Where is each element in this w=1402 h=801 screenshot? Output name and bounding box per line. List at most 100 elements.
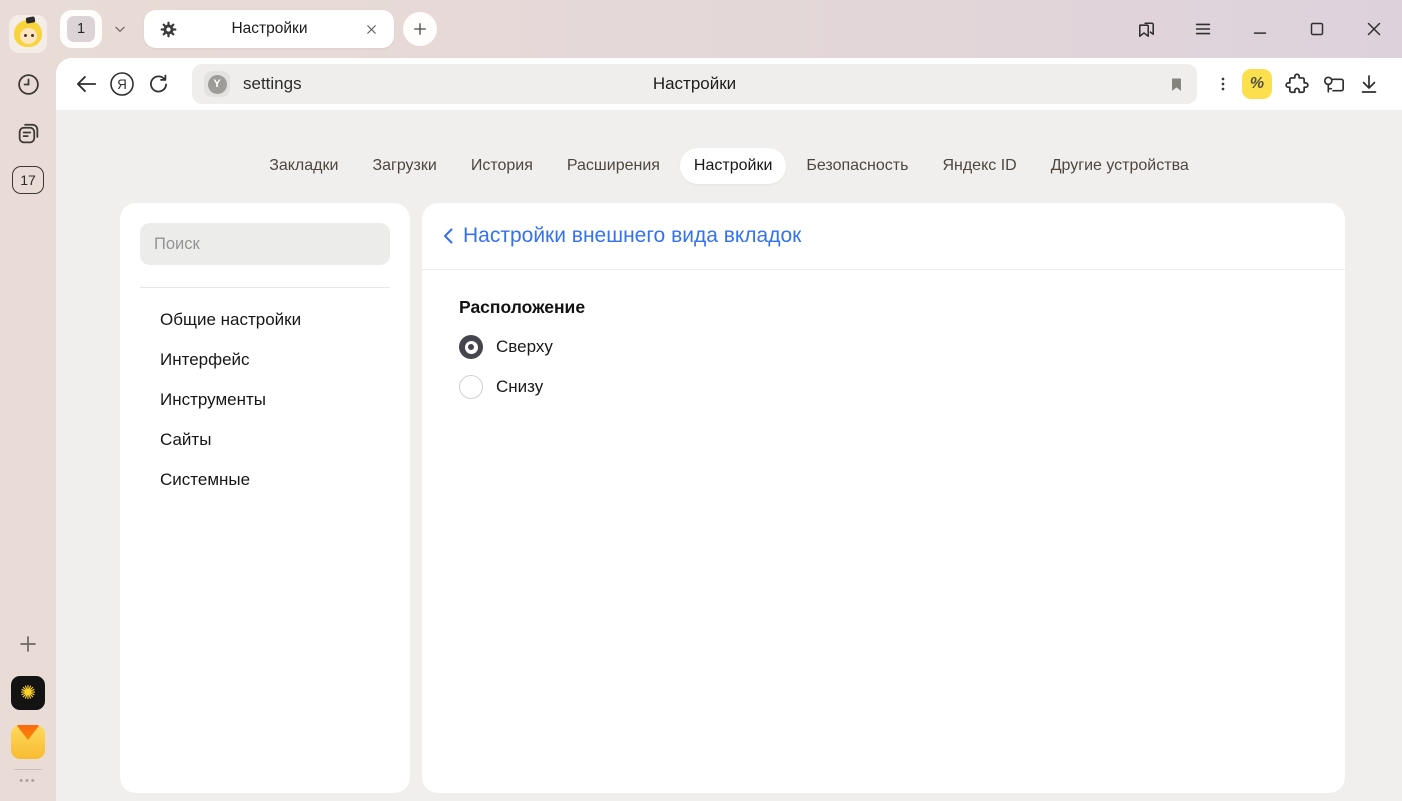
nav-tab-settings[interactable]: Настройки [680,148,786,184]
minimize-icon [1249,18,1271,40]
rail-add-button[interactable] [10,626,46,662]
gear-icon [159,20,178,39]
protect-glyph: Y [208,75,227,94]
toolbar: Я Y settings [56,58,1402,110]
download-icon [1357,72,1381,96]
nav-tab-other-devices[interactable]: Другие устройства [1037,148,1203,184]
active-tab[interactable]: Настройки [144,10,394,48]
browser-window: 17 ✺ ••• 1 [0,0,1402,801]
menu-item-system[interactable]: Системные [140,460,390,500]
ellipsis-icon: ••• [19,775,37,787]
feed-button[interactable] [10,115,46,151]
url-bar[interactable]: Y settings Настройки [192,64,1197,104]
yandex-home-button[interactable]: Я [104,66,140,102]
main-column: 1 [56,0,1402,801]
page-title: Настройки [653,74,736,94]
avatar-bow [26,16,36,23]
menu-item-interface[interactable]: Интерфейс [140,340,390,380]
subsection-title: Расположение [459,297,1308,318]
toolbar-more-button[interactable] [1211,66,1235,102]
rail-more-button[interactable]: ••• [19,775,37,787]
new-tab-button[interactable] [403,12,437,46]
reload-icon [146,72,171,97]
yandex-logo-icon: Я [108,70,136,98]
promo-percent-button[interactable]: % [1242,69,1272,99]
tabs-counter-value: 17 [20,172,36,188]
back-button[interactable] [68,66,104,102]
radio-option-bottom[interactable]: Снизу [459,375,1308,399]
back-header[interactable]: Настройки внешнего вида вкладок [422,203,1345,270]
section-header-title: Настройки внешнего вида вкладок [463,224,801,248]
history-button[interactable] [10,66,46,102]
plus-icon [411,20,429,38]
sidebar-divider [140,287,390,288]
settings-sidebar-card: Общие настройки Интерфейс Инструменты Са… [120,203,410,793]
left-rail: 17 ✺ ••• [0,0,56,801]
passwords-button[interactable] [1315,66,1351,102]
clock-icon [16,72,41,97]
nav-tab-history[interactable]: История [457,148,547,184]
rail-bottom-group: ✺ ••• [10,626,46,787]
downloads-button[interactable] [1351,66,1387,102]
starburst-icon: ✺ [20,682,36,705]
nav-tab-security[interactable]: Безопасность [792,148,922,184]
settings-nav-tabs: Закладки Загрузки История Расширения Нас… [56,147,1402,185]
tab-strip: 1 [56,0,1402,58]
menu-item-general[interactable]: Общие настройки [140,300,390,340]
settings-search-input[interactable] [140,223,390,265]
key-folder-icon [1320,71,1347,98]
profile-avatar[interactable] [9,15,47,53]
svg-text:Я: Я [117,77,127,92]
panels-button[interactable] [1133,16,1159,42]
close-icon [364,22,379,37]
protect-badge-icon[interactable]: Y [204,71,230,97]
percent-icon: % [1250,75,1264,93]
tab-group-expand-button[interactable] [102,10,138,48]
feed-icon [16,121,41,146]
content-area: Закладки Загрузки История Расширения Нас… [56,110,1402,801]
radio-option-top[interactable]: Сверху [459,335,1308,359]
plus-icon [16,632,40,656]
active-tab-title: Настройки [178,20,361,38]
maximize-icon [1306,18,1328,40]
radio-label: Сверху [496,337,553,357]
back-arrow-icon [73,71,99,97]
extensions-button[interactable] [1279,66,1315,102]
nav-tab-bookmarks[interactable]: Закладки [255,148,352,184]
radio-selected-icon[interactable] [459,335,483,359]
section-body: Расположение Сверху Снизу [422,270,1345,426]
radio-label: Снизу [496,377,543,397]
main-settings-card: Настройки внешнего вида вкладок Располож… [422,203,1345,793]
tabs-counter-button[interactable]: 17 [12,166,44,194]
reload-button[interactable] [140,66,176,102]
nav-tab-downloads[interactable]: Загрузки [358,148,450,184]
close-window-button[interactable] [1361,16,1387,42]
maximize-button[interactable] [1304,16,1330,42]
page: Я Y settings [56,58,1402,801]
rail-divider [14,769,42,770]
cards-row: Общие настройки Интерфейс Инструменты Са… [120,203,1345,793]
bookmarks-panel-icon [1135,18,1158,41]
browser-menu-button[interactable] [1190,16,1216,42]
minimize-button[interactable] [1247,16,1273,42]
chevron-left-icon [442,227,454,245]
close-icon [1363,18,1385,40]
radio-unselected-icon[interactable] [459,375,483,399]
yandex-app-shortcut[interactable]: ✺ [11,676,45,710]
settings-menu: Общие настройки Интерфейс Инструменты Са… [140,300,390,500]
kebab-icon [1213,74,1233,94]
menu-item-sites[interactable]: Сайты [140,420,390,460]
url-text: settings [243,74,302,94]
menu-item-tools[interactable]: Инструменты [140,380,390,420]
hamburger-icon [1192,18,1214,40]
tab-group-count-badge: 1 [67,16,95,42]
tab-close-button[interactable] [361,19,381,39]
bookmark-icon [1168,76,1185,93]
mail-app-shortcut[interactable] [11,725,45,759]
bookmark-button[interactable] [1168,76,1185,93]
nav-tab-yandex-id[interactable]: Яндекс ID [928,148,1030,184]
tab-group-button[interactable]: 1 [60,10,102,48]
nav-tab-extensions[interactable]: Расширения [553,148,674,184]
chevron-down-icon [112,21,128,37]
avatar-eye [31,34,34,37]
